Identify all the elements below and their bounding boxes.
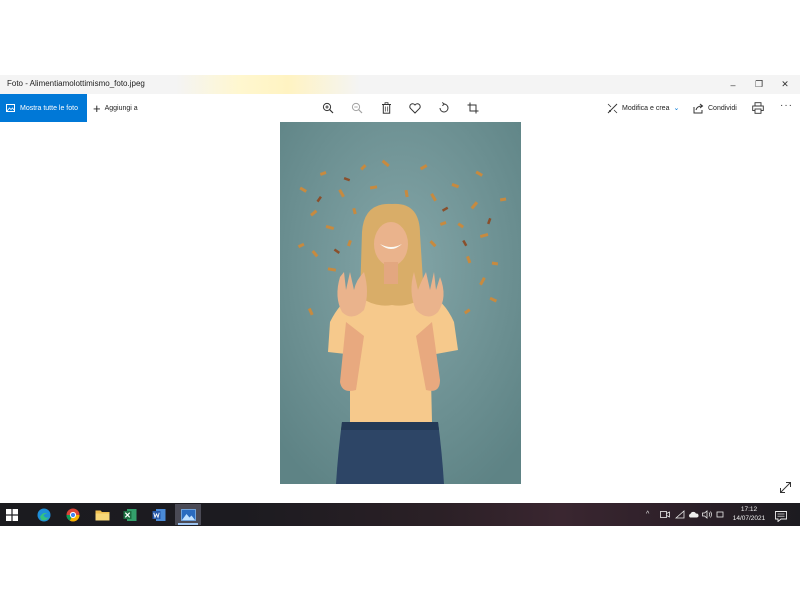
chevron-down-icon: ⌄ [673,105,680,112]
file-explorer-icon [95,510,109,520]
excel-icon [123,508,137,521]
taskbar-word[interactable] [148,504,170,525]
onedrive-button[interactable] [688,503,699,526]
volume-button[interactable] [702,503,713,526]
close-button[interactable]: ✕ [772,75,798,94]
title-bar[interactable]: Foto - Alimentiamolottimismo_foto.jpeg –… [0,75,800,94]
rotate-icon [439,102,449,113]
trash-icon [381,102,391,114]
edit-create-label: Modifica e crea [622,104,670,112]
zoom-in-button[interactable] [321,101,335,115]
add-to-button[interactable]: + Aggiungi a [93,94,138,122]
camera-icon [660,511,670,518]
active-app-indicator [178,523,198,525]
show-hidden-icons-button[interactable]: ^ [646,503,649,526]
start-button[interactable] [6,508,18,526]
taskbar-file-explorer[interactable] [91,504,113,525]
share-icon [693,103,704,113]
word-icon [152,508,166,521]
action-center-button[interactable] [775,509,787,527]
taskbar-edge[interactable] [33,504,55,525]
share-button[interactable]: Condividi [693,94,737,122]
cloud-icon [688,511,699,518]
add-to-label: Aggiungi a [104,104,138,112]
system-clock[interactable]: 17:12 14/07/2021 [728,505,770,523]
zoom-out-icon [351,102,363,114]
photos-app-window: Foto - Alimentiamolottimismo_foto.jpeg –… [0,75,800,503]
heart-icon [409,102,421,114]
print-icon [752,102,764,114]
displayed-photo[interactable] [280,122,521,484]
taskbar-photos[interactable] [175,504,201,525]
print-button[interactable] [752,101,764,119]
more-options-button[interactable]: ··· [780,100,793,111]
clock-time: 17:12 [740,506,758,513]
favorite-button[interactable] [408,101,422,115]
zoom-out-button[interactable] [350,101,364,115]
notification-icon [775,511,787,523]
zoom-in-icon [322,102,334,114]
plus-icon: + [93,100,101,116]
share-label: Condividi [708,104,737,112]
window-title: Foto - Alimentiamolottimismo_foto.jpeg [7,79,145,88]
taskbar-chrome[interactable] [62,504,84,525]
meet-now-button[interactable] [660,503,670,526]
clock-date: 14/07/2021 [732,515,766,522]
taskbar: ^ 17:12 14/07/2021 [0,503,800,526]
edit-create-button[interactable]: Modifica e crea ⌄ [607,94,679,122]
expand-icon [780,482,791,493]
minimize-button[interactable]: – [720,75,746,94]
photo-content [280,122,521,484]
crop-button[interactable] [466,101,480,115]
show-all-photos-button[interactable]: Mostra tutte le foto [0,94,87,122]
gallery-icon [6,104,15,112]
toolbar: Mostra tutte le foto + Aggiungi a Modifi… [0,94,800,122]
battery-icon [716,511,724,518]
chrome-icon [66,508,80,521]
delete-button[interactable] [379,101,393,115]
edge-icon [37,508,51,521]
show-all-photos-label: Mostra tutte le foto [20,104,78,112]
photos-icon [180,508,196,521]
keyboard-layout-button[interactable] [716,503,725,526]
start-icon [6,509,18,521]
network-button[interactable] [675,503,685,526]
crop-icon [467,102,479,114]
taskbar-excel[interactable] [119,504,141,525]
edit-create-icon [607,103,618,113]
speaker-icon [702,510,712,519]
chevron-up-icon: ^ [646,511,650,518]
restore-button[interactable]: ❐ [746,75,772,94]
wifi-icon [675,510,685,519]
fullscreen-button[interactable] [779,481,792,499]
rotate-button[interactable] [437,101,451,115]
